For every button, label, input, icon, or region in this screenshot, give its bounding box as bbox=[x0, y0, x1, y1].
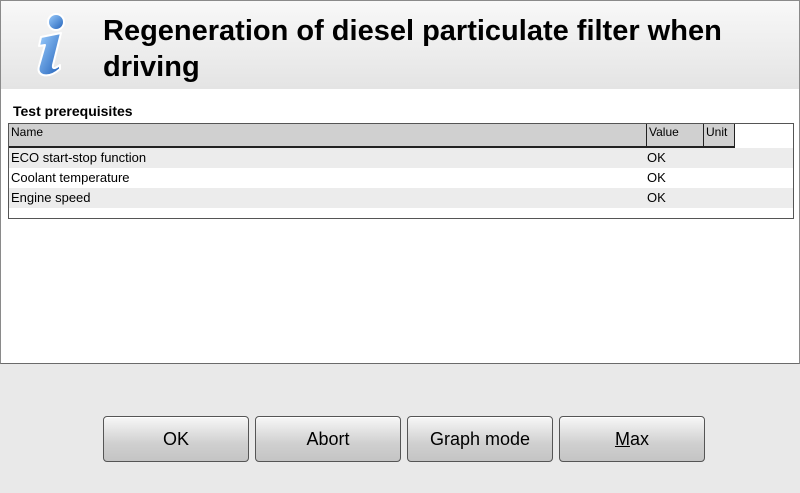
abort-button[interactable]: Abort bbox=[255, 416, 401, 462]
button-bar: OK Abort Graph mode Max bbox=[0, 364, 800, 493]
info-icon bbox=[37, 13, 65, 77]
section-label: Test prerequisites bbox=[13, 103, 133, 119]
table-row[interactable]: Engine speed OK bbox=[9, 188, 793, 208]
prerequisites-table: Name Value Unit ECO start-stop function … bbox=[8, 123, 794, 219]
dialog-title: Regeneration of diesel particulate filte… bbox=[103, 15, 722, 83]
row-value: OK bbox=[647, 190, 666, 205]
table-row[interactable]: ECO start-stop function OK bbox=[9, 148, 793, 168]
row-value: OK bbox=[647, 150, 666, 165]
table-header: Name Value Unit bbox=[9, 124, 735, 148]
row-name: Engine speed bbox=[11, 190, 91, 205]
content-panel: Test prerequisites Name Value Unit ECO s… bbox=[0, 89, 800, 364]
max-mnemonic: M bbox=[614, 429, 630, 449]
row-name: ECO start-stop function bbox=[11, 150, 147, 165]
table-row[interactable]: Coolant temperature OK bbox=[9, 168, 793, 188]
column-header-value[interactable]: Value bbox=[646, 124, 704, 146]
dialog-header: Regeneration of diesel particulate filte… bbox=[0, 0, 800, 90]
row-value: OK bbox=[647, 170, 666, 185]
graph-mode-button[interactable]: Graph mode bbox=[407, 416, 553, 462]
max-label-rest: ax bbox=[629, 429, 649, 449]
row-name: Coolant temperature bbox=[11, 170, 130, 185]
column-header-unit[interactable]: Unit bbox=[703, 124, 735, 146]
ok-button[interactable]: OK bbox=[103, 416, 249, 462]
max-button[interactable]: Max bbox=[559, 416, 705, 462]
column-header-name[interactable]: Name bbox=[9, 124, 647, 146]
